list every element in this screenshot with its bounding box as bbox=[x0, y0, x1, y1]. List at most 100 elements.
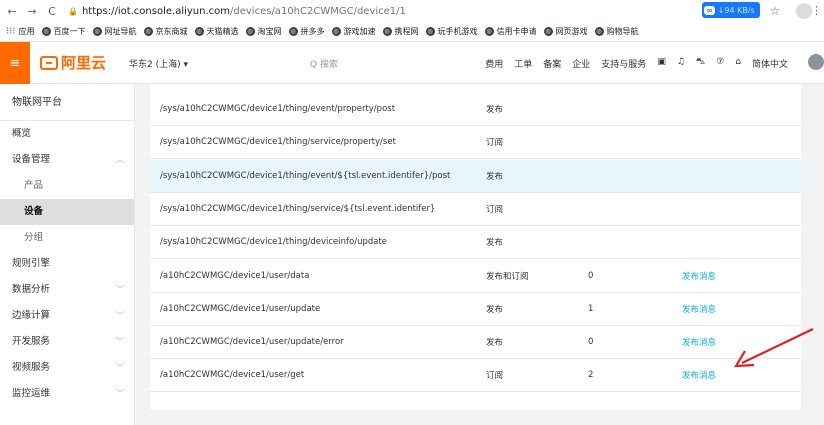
aliyun-logo[interactable]: 阿里云 bbox=[40, 52, 106, 73]
globe-icon: ◎ bbox=[382, 27, 392, 36]
top-link[interactable]: 工单 bbox=[514, 57, 532, 70]
sidebar-item[interactable]: 数据分析 ﹀ bbox=[0, 277, 134, 303]
topic-cell: /sys/a10hC2CWMGC/device1/thing/deviceinf… bbox=[160, 237, 388, 247]
bookmark-item[interactable]: ◎ 网址导航 bbox=[92, 26, 137, 37]
publish-message-link[interactable]: 发布消息 bbox=[682, 336, 716, 348]
globe-icon: ◎ bbox=[288, 27, 298, 36]
sidebar-item[interactable]: 视频服务 ﹀ bbox=[0, 355, 134, 381]
table-row: /sys/a10hC2CWMGC/device1/thing/event/${t… bbox=[150, 160, 801, 193]
bookmark-item[interactable]: ◎ 京东商城 bbox=[143, 26, 188, 37]
search-input[interactable]: Q 搜索 bbox=[310, 57, 338, 70]
bookmark-item[interactable]: ⁝⁝⁝ 应用 bbox=[6, 26, 35, 37]
back-arrow-icon[interactable]: ← bbox=[4, 3, 20, 19]
bookmark-label: 淘宝网 bbox=[257, 27, 282, 36]
bookmark-label: 购物导航 bbox=[606, 27, 639, 36]
globe-icon: ◎ bbox=[41, 27, 51, 36]
globe-icon: ◎ bbox=[425, 27, 435, 36]
kebab-menu-icon[interactable]: ⋮ bbox=[811, 4, 822, 17]
publish-message-link[interactable]: 发布消息 bbox=[682, 270, 716, 282]
bookmark-item[interactable]: ◎ 网页游戏 bbox=[543, 26, 588, 37]
topic-cell: /a10hC2CWMGC/device1/user/update/error bbox=[160, 337, 344, 347]
bookmark-label: 玩手机游戏 bbox=[437, 27, 478, 36]
url-host: https://iot.console.aliyun.com bbox=[81, 5, 231, 17]
sidebar-item[interactable]: 设备管理 ︿ bbox=[0, 147, 134, 173]
profile-avatar[interactable] bbox=[796, 3, 812, 19]
top-link[interactable]: ⛍ bbox=[696, 57, 705, 70]
download-speed-extension[interactable]: ∞ ↓94 KB/s bbox=[702, 2, 760, 18]
bookmark-item[interactable]: ◎ 玩手机游戏 bbox=[425, 26, 478, 37]
publish-message-link[interactable]: 发布消息 bbox=[682, 303, 716, 315]
top-link[interactable]: 简体中文 bbox=[752, 57, 788, 70]
sidebar-item[interactable]: 产品 bbox=[0, 173, 134, 199]
region-selector[interactable]: 华东2 (上海) ▾ bbox=[129, 57, 188, 70]
bookmark-star-icon[interactable]: ☆ bbox=[768, 4, 782, 18]
bookmark-label: 京东商城 bbox=[155, 27, 188, 36]
sidebar-item[interactable]: 分组 bbox=[0, 225, 134, 251]
url-field[interactable]: 🔒 https://iot.console.aliyun.com /device… bbox=[68, 6, 406, 17]
bookmark-label: 天猫精选 bbox=[206, 27, 239, 36]
globe-icon: ◎ bbox=[484, 27, 494, 36]
hamburger-menu-icon[interactable]: ≡ bbox=[0, 42, 30, 84]
permission-cell: 发布 bbox=[486, 172, 504, 182]
bookmark-item[interactable]: ◎ 信用卡申请 bbox=[484, 26, 537, 37]
table-row: /a10hC2CWMGC/device1/user/get 订阅 2 发布消息 bbox=[150, 359, 801, 392]
sidebar-item[interactable]: 开发服务 ﹀ bbox=[0, 329, 134, 355]
sidebar-item[interactable]: 概览 bbox=[0, 121, 134, 147]
user-avatar[interactable] bbox=[808, 54, 824, 70]
sidebar-item-label: 监控运维 bbox=[12, 388, 51, 399]
permission-cell: 订阅 bbox=[486, 138, 504, 148]
publish-message-link[interactable]: 发布消息 bbox=[682, 369, 716, 381]
bookmark-item[interactable]: ◎ 游戏加速 bbox=[331, 26, 376, 37]
annotation-arrow-icon bbox=[733, 328, 814, 368]
bookmark-item[interactable]: ◎ 百度一下 bbox=[41, 26, 86, 37]
table-row: /a10hC2CWMGC/device1/user/update 发布 1 发布消息 bbox=[150, 293, 801, 326]
top-link[interactable]: ⌂ bbox=[735, 57, 741, 70]
sidebar: 物联网平台 概览 设备管理 ︿ 产品 设备 分组 规则引擎 数据分析 ﹀ 边缘计算 ﹀ 开发服务 ﹀ 视频… bbox=[0, 84, 135, 425]
top-link[interactable]: 企业 bbox=[572, 57, 590, 70]
sidebar-item-label: 概览 bbox=[12, 128, 32, 139]
topic-cell: /sys/a10hC2CWMGC/device1/thing/event/pro… bbox=[160, 104, 396, 114]
top-link[interactable]: ♫ bbox=[677, 57, 685, 70]
top-link[interactable]: 费用 bbox=[485, 57, 503, 70]
globe-icon: ◎ bbox=[143, 27, 153, 36]
bookmark-item[interactable]: ◎ 拼多多 bbox=[288, 26, 325, 37]
chevron-down-icon: ﹀ bbox=[116, 337, 124, 346]
apps-grid-icon: ⁝⁝⁝ bbox=[6, 26, 16, 37]
table-row: /sys/a10hC2CWMGC/device1/thing/service/p… bbox=[150, 126, 801, 159]
bookmark-label: 应用 bbox=[18, 27, 35, 36]
sidebar-item[interactable]: 边缘计算 ﹀ bbox=[0, 303, 134, 329]
sidebar-item-label: 规则引擎 bbox=[12, 258, 51, 269]
globe-icon: ◎ bbox=[543, 27, 553, 36]
globe-icon: ◎ bbox=[92, 27, 102, 36]
chevron-up-icon: ︿ bbox=[116, 155, 124, 164]
topic-cell: /sys/a10hC2CWMGC/device1/thing/event/${t… bbox=[160, 171, 451, 181]
bookmark-item[interactable]: ◎ 购物导航 bbox=[594, 26, 639, 37]
top-link[interactable]: ▣ bbox=[657, 57, 666, 70]
bookmark-item[interactable]: ◎ 携程网 bbox=[382, 26, 419, 37]
bookmark-item[interactable]: ◎ 天猫精选 bbox=[194, 26, 239, 37]
bookmark-label: 拼多多 bbox=[300, 27, 325, 36]
message-count-cell: 1 bbox=[588, 304, 594, 314]
message-count-cell: 0 bbox=[588, 337, 594, 347]
logo-text: 阿里云 bbox=[61, 54, 107, 72]
topic-cell: /a10hC2CWMGC/device1/user/data bbox=[160, 271, 310, 281]
top-link[interactable]: 备案 bbox=[543, 57, 561, 70]
topic-cell: /a10hC2CWMGC/device1/user/update bbox=[160, 304, 321, 314]
sidebar-item[interactable]: 规则引擎 bbox=[0, 251, 134, 277]
bookmark-label: 百度一下 bbox=[53, 27, 86, 36]
sidebar-item-label: 边缘计算 bbox=[12, 310, 51, 321]
top-link[interactable]: 支持与服务 bbox=[601, 57, 646, 70]
sidebar-item-label: 设备 bbox=[24, 206, 44, 217]
bookmark-item[interactable]: ◎ 淘宝网 bbox=[245, 26, 282, 37]
table-row: /a10hC2CWMGC/device1/user/data 发布和订阅 0 发布消息 bbox=[150, 260, 801, 293]
globe-icon: ◎ bbox=[331, 27, 341, 36]
sidebar-item-label: 产品 bbox=[24, 180, 44, 191]
chevron-down-icon: ﹀ bbox=[116, 389, 124, 398]
chevron-down-icon: ﹀ bbox=[116, 311, 124, 320]
chevron-down-icon: ﹀ bbox=[116, 363, 124, 372]
sidebar-item[interactable]: 监控运维 ﹀ bbox=[0, 381, 134, 407]
sidebar-item[interactable]: 设备 bbox=[0, 199, 134, 225]
forward-arrow-icon[interactable]: → bbox=[24, 3, 40, 19]
reload-icon[interactable]: C bbox=[44, 3, 60, 19]
top-link[interactable]: ⑦ bbox=[716, 57, 724, 70]
